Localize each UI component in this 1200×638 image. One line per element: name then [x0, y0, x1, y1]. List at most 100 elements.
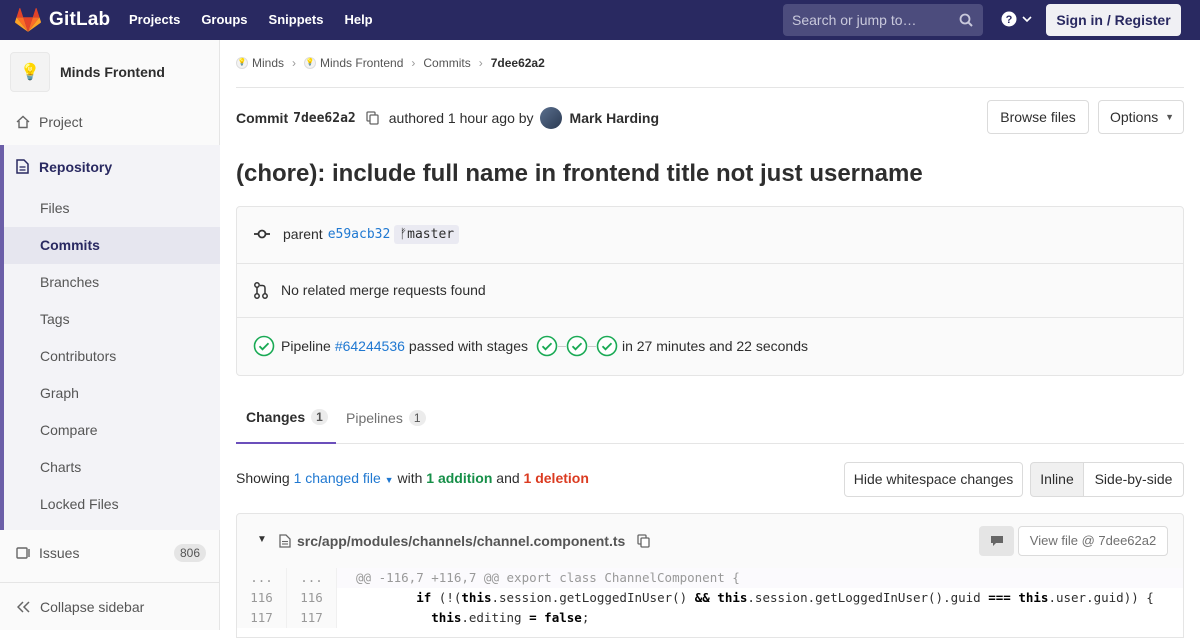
merge-request-icon — [254, 281, 268, 299]
author-avatar[interactable] — [539, 107, 562, 129]
chevron-right-icon: › — [411, 56, 416, 70]
divider — [236, 87, 1184, 88]
question-icon: ? — [1001, 11, 1017, 27]
project-avatar-icon: 💡 — [304, 57, 317, 69]
copy-path-icon[interactable] — [637, 534, 650, 548]
tab-label: Changes — [246, 409, 306, 425]
caret-down-icon: ▼ — [1165, 112, 1174, 122]
sidebar-item-tags[interactable]: Tags — [40, 311, 70, 327]
stage-success-icon[interactable] — [566, 335, 588, 357]
sidebar-item-graph[interactable]: Graph — [40, 385, 79, 401]
sidebar-item-label: Repository — [39, 158, 113, 175]
sidebar-item-compare[interactable]: Compare — [40, 422, 98, 438]
stage-success-icon[interactable] — [596, 335, 618, 357]
help-dropdown[interactable]: ? — [1001, 11, 1033, 27]
parent-label: parent — [283, 226, 323, 242]
branch-icon: ᚠ — [399, 226, 408, 242]
tab-label: Pipelines — [346, 410, 403, 426]
branch-tag[interactable]: ᚠmaster — [394, 224, 460, 244]
breadcrumb-minds[interactable]: Minds — [252, 56, 284, 70]
old-line-number[interactable]: 116 — [237, 588, 287, 608]
svg-text:?: ? — [1006, 14, 1013, 26]
stage-success-icon[interactable] — [536, 335, 558, 357]
pipeline-status-text: passed with stages — [408, 338, 528, 354]
commit-sha: 7dee62a2 — [293, 110, 356, 126]
sidebar-item-project[interactable]: Project — [0, 103, 220, 140]
side-by-side-button[interactable]: Side-by-side — [1083, 462, 1184, 497]
comment-toggle-button[interactable] — [979, 526, 1014, 556]
stage-connector — [557, 345, 566, 347]
pipeline-row: Pipeline #64244536 passed with stages in… — [237, 332, 1183, 360]
status-success-icon[interactable] — [253, 335, 275, 357]
inline-view-button[interactable]: Inline — [1030, 462, 1084, 497]
file-path[interactable]: src/app/modules/channels/channel.compone… — [297, 533, 625, 549]
browse-files-button[interactable]: Browse files — [987, 100, 1089, 134]
nav-projects[interactable]: Projects — [129, 12, 180, 27]
search-placeholder: Search or jump to… — [792, 12, 917, 28]
commit-header: Commit 7dee62a2 authored 1 hour ago by M… — [236, 107, 659, 129]
collapse-label: Collapse sidebar — [40, 599, 145, 615]
caret-down-icon[interactable]: ▼ — [257, 534, 267, 545]
options-label: Options — [1110, 109, 1159, 125]
signin-register-button[interactable]: Sign in / Register — [1046, 4, 1181, 36]
collapse-sidebar-button[interactable]: Collapse sidebar — [0, 582, 220, 630]
chevron-down-icon — [1022, 16, 1032, 23]
authored-text: authored 1 hour ago by — [388, 110, 534, 126]
author-name[interactable]: Mark Harding — [570, 110, 659, 126]
group-avatar-icon: 💡 — [236, 57, 248, 69]
deletions-count: 1 deletion — [523, 470, 589, 486]
main-nav: Projects Groups Snippets Help — [129, 12, 394, 27]
double-chevron-left-icon — [17, 601, 30, 613]
sidebar-item-files[interactable]: Files — [40, 200, 70, 216]
showing-label: Showing — [236, 470, 290, 486]
diff-summary: Showing 1 changed file ▼ with 1 addition… — [236, 470, 589, 486]
sidebar-item-contributors[interactable]: Contributors — [40, 348, 116, 364]
sidebar-item-locked-files[interactable]: Locked Files — [40, 496, 119, 512]
nav-groups[interactable]: Groups — [201, 12, 247, 27]
commit-tabs: Changes 1 Pipelines 1 — [236, 392, 1184, 444]
changed-files-dropdown[interactable]: 1 changed file ▼ — [294, 470, 394, 486]
search-input[interactable]: Search or jump to… — [783, 4, 983, 36]
tab-changes[interactable]: Changes 1 — [236, 392, 336, 444]
hide-whitespace-button[interactable]: Hide whitespace changes — [844, 462, 1023, 497]
project-header[interactable]: 💡 Minds Frontend — [10, 52, 165, 92]
copy-icon[interactable] — [366, 111, 379, 125]
breadcrumb-current[interactable]: 7dee62a2 — [491, 56, 545, 70]
new-line-number: ... — [287, 568, 337, 588]
merge-request-row: No related merge requests found — [237, 277, 1183, 303]
tab-pipelines[interactable]: Pipelines 1 — [346, 392, 426, 444]
old-line-number[interactable]: 117 — [237, 608, 287, 628]
caret-down-icon: ▼ — [384, 475, 394, 485]
options-dropdown[interactable]: Options ▼ — [1098, 100, 1184, 134]
breadcrumb: 💡 Minds › 💡 Minds Frontend › Commits › 7… — [236, 56, 545, 70]
sidebar-item-branches[interactable]: Branches — [40, 274, 99, 290]
pipeline-duration: in 27 minutes and 22 seconds — [621, 338, 808, 354]
new-line-number[interactable]: 116 — [287, 588, 337, 608]
chevron-right-icon: › — [292, 56, 297, 70]
breadcrumb-commits[interactable]: Commits — [423, 56, 470, 70]
tab-count: 1 — [311, 409, 328, 425]
sidebar-item-charts[interactable]: Charts — [40, 459, 81, 475]
commit-icon — [254, 229, 270, 239]
breadcrumb-minds-frontend[interactable]: Minds Frontend — [320, 56, 403, 70]
sidebar-item-repository[interactable]: Repository — [0, 148, 220, 185]
nav-snippets[interactable]: Snippets — [269, 12, 324, 27]
sidebar-item-label: Issues — [39, 544, 80, 561]
project-sidebar: 💡 Minds Frontend Project Repository File… — [0, 40, 220, 630]
parent-sha-link[interactable]: e59acb32 — [328, 227, 391, 242]
project-name: Minds Frontend — [60, 64, 165, 80]
pipeline-stages — [536, 335, 618, 357]
home-icon — [16, 115, 30, 128]
diff-content: ... ... @@ -116,7 +116,7 @@ export class… — [236, 568, 1184, 638]
pipeline-link[interactable]: #64244536 — [335, 338, 405, 354]
issues-count-badge: 806 — [174, 544, 207, 562]
new-line-number[interactable]: 117 — [287, 608, 337, 628]
sidebar-item-commits[interactable]: Commits — [40, 237, 100, 253]
gitlab-logo[interactable]: GitLab — [15, 8, 110, 32]
nav-help[interactable]: Help — [344, 12, 372, 27]
divider — [237, 263, 1183, 264]
issues-icon — [16, 546, 30, 559]
view-file-button[interactable]: View file @ 7dee62a2 — [1018, 526, 1168, 556]
diff-file-header: ▼ src/app/modules/channels/channel.compo… — [236, 513, 1184, 569]
search-icon — [959, 13, 973, 27]
